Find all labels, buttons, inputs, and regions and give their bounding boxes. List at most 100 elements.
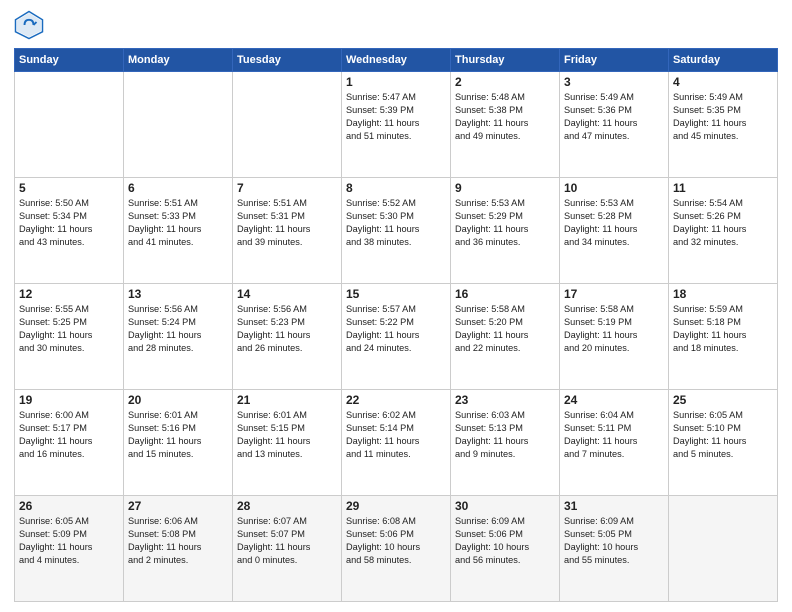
cell-text: Sunrise: 6:00 AMSunset: 5:17 PMDaylight:… [19,409,119,461]
cell-text: Sunrise: 5:58 AMSunset: 5:20 PMDaylight:… [455,303,555,355]
calendar-cell [669,496,778,602]
day-number: 1 [346,75,446,89]
cell-text: Sunrise: 6:01 AMSunset: 5:15 PMDaylight:… [237,409,337,461]
cell-text: Sunrise: 6:06 AMSunset: 5:08 PMDaylight:… [128,515,228,567]
day-number: 18 [673,287,773,301]
day-number: 23 [455,393,555,407]
cell-text: Sunrise: 5:51 AMSunset: 5:33 PMDaylight:… [128,197,228,249]
cell-text: Sunrise: 6:07 AMSunset: 5:07 PMDaylight:… [237,515,337,567]
cell-text: Sunrise: 5:51 AMSunset: 5:31 PMDaylight:… [237,197,337,249]
calendar-cell: 25 Sunrise: 6:05 AMSunset: 5:10 PMDayligh… [669,390,778,496]
cell-text: Sunrise: 5:52 AMSunset: 5:30 PMDaylight:… [346,197,446,249]
cell-text: Sunrise: 6:05 AMSunset: 5:10 PMDaylight:… [673,409,773,461]
header [14,10,778,40]
calendar-cell [233,72,342,178]
day-number: 16 [455,287,555,301]
calendar-cell: 21 Sunrise: 6:01 AMSunset: 5:15 PMDayligh… [233,390,342,496]
day-number: 4 [673,75,773,89]
calendar-cell: 10 Sunrise: 5:53 AMSunset: 5:28 PMDayligh… [560,178,669,284]
day-number: 10 [564,181,664,195]
calendar-cell: 1 Sunrise: 5:47 AMSunset: 5:39 PMDaylight… [342,72,451,178]
calendar-cell: 11 Sunrise: 5:54 AMSunset: 5:26 PMDayligh… [669,178,778,284]
day-number: 6 [128,181,228,195]
calendar-cell: 2Sunrise: 5:48 AMSunset: 5:38 PMDaylight… [451,72,560,178]
day-number: 22 [346,393,446,407]
weekday-header-tuesday: Tuesday [233,49,342,72]
calendar-cell: 8 Sunrise: 5:52 AMSunset: 5:30 PMDaylight… [342,178,451,284]
cell-text: Sunrise: 5:54 AMSunset: 5:26 PMDaylight:… [673,197,773,249]
weekday-header-thursday: Thursday [451,49,560,72]
calendar-table: SundayMondayTuesdayWednesdayThursdayFrid… [14,48,778,602]
cell-text: Sunrise: 6:05 AMSunset: 5:09 PMDaylight:… [19,515,119,567]
cell-text: Sunrise: 5:53 AMSunset: 5:28 PMDaylight:… [564,197,664,249]
calendar-cell: 15 Sunrise: 5:57 AMSunset: 5:22 PMDayligh… [342,284,451,390]
cell-text: Sunrise: 5:56 AMSunset: 5:24 PMDaylight:… [128,303,228,355]
day-number: 27 [128,499,228,513]
day-number: 26 [19,499,119,513]
week-row-2: 12 Sunrise: 5:55 AMSunset: 5:25 PMDayligh… [15,284,778,390]
cell-text: Sunrise: 6:03 AMSunset: 5:13 PMDaylight:… [455,409,555,461]
day-number: 5 [19,181,119,195]
calendar-cell: 26 Sunrise: 6:05 AMSunset: 5:09 PMDayligh… [15,496,124,602]
cell-text: Sunrise: 5:58 AMSunset: 5:19 PMDaylight:… [564,303,664,355]
week-row-3: 19 Sunrise: 6:00 AMSunset: 5:17 PMDayligh… [15,390,778,496]
day-number: 19 [19,393,119,407]
calendar-cell [15,72,124,178]
calendar-cell: 27 Sunrise: 6:06 AMSunset: 5:08 PMDayligh… [124,496,233,602]
calendar-cell: 14 Sunrise: 5:56 AMSunset: 5:23 PMDayligh… [233,284,342,390]
cell-text: Sunrise: 5:59 AMSunset: 5:18 PMDaylight:… [673,303,773,355]
weekday-header-saturday: Saturday [669,49,778,72]
day-number: 3 [564,75,664,89]
cell-text: Sunrise: 5:49 AMSunset: 5:36 PMDaylight:… [564,91,664,143]
day-number: 7 [237,181,337,195]
cell-text: Sunrise: 6:02 AMSunset: 5:14 PMDaylight:… [346,409,446,461]
calendar-cell: 18 Sunrise: 5:59 AMSunset: 5:18 PMDayligh… [669,284,778,390]
cell-text: Sunrise: 5:50 AMSunset: 5:34 PMDaylight:… [19,197,119,249]
calendar-cell: 28 Sunrise: 6:07 AMSunset: 5:07 PMDayligh… [233,496,342,602]
calendar-cell: 30Sunrise: 6:09 AMSunset: 5:06 PMDayligh… [451,496,560,602]
day-number: 21 [237,393,337,407]
calendar-cell: 29 Sunrise: 6:08 AMSunset: 5:06 PMDayligh… [342,496,451,602]
weekday-header-row: SundayMondayTuesdayWednesdayThursdayFrid… [15,49,778,72]
calendar-cell: 12 Sunrise: 5:55 AMSunset: 5:25 PMDayligh… [15,284,124,390]
calendar-cell [124,72,233,178]
logo [14,10,48,40]
cell-text: Sunrise: 5:57 AMSunset: 5:22 PMDaylight:… [346,303,446,355]
cell-text: Sunrise: 6:09 AMSunset: 5:05 PMDaylight:… [564,515,664,567]
cell-text: Sunrise: 5:55 AMSunset: 5:25 PMDaylight:… [19,303,119,355]
calendar-cell: 16 Sunrise: 5:58 AMSunset: 5:20 PMDayligh… [451,284,560,390]
week-row-1: 5 Sunrise: 5:50 AMSunset: 5:34 PMDaylight… [15,178,778,284]
page: SundayMondayTuesdayWednesdayThursdayFrid… [0,0,792,612]
calendar-cell: 4Sunrise: 5:49 AMSunset: 5:35 PMDaylight… [669,72,778,178]
calendar-cell: 20Sunrise: 6:01 AMSunset: 5:16 PMDayligh… [124,390,233,496]
weekday-header-sunday: Sunday [15,49,124,72]
day-number: 9 [455,181,555,195]
day-number: 13 [128,287,228,301]
day-number: 15 [346,287,446,301]
day-number: 11 [673,181,773,195]
calendar-cell: 5 Sunrise: 5:50 AMSunset: 5:34 PMDaylight… [15,178,124,284]
cell-text: Sunrise: 5:56 AMSunset: 5:23 PMDaylight:… [237,303,337,355]
weekday-header-friday: Friday [560,49,669,72]
day-number: 28 [237,499,337,513]
cell-text: Sunrise: 6:09 AMSunset: 5:06 PMDaylight:… [455,515,555,567]
calendar-cell: 9Sunrise: 5:53 AMSunset: 5:29 PMDaylight… [451,178,560,284]
day-number: 8 [346,181,446,195]
cell-text: Sunrise: 6:08 AMSunset: 5:06 PMDaylight:… [346,515,446,567]
weekday-header-monday: Monday [124,49,233,72]
day-number: 12 [19,287,119,301]
week-row-0: 1 Sunrise: 5:47 AMSunset: 5:39 PMDaylight… [15,72,778,178]
calendar-cell: 24 Sunrise: 6:04 AMSunset: 5:11 PMDayligh… [560,390,669,496]
week-row-4: 26 Sunrise: 6:05 AMSunset: 5:09 PMDayligh… [15,496,778,602]
day-number: 29 [346,499,446,513]
cell-text: Sunrise: 5:48 AMSunset: 5:38 PMDaylight:… [455,91,555,143]
weekday-header-wednesday: Wednesday [342,49,451,72]
day-number: 20 [128,393,228,407]
calendar-cell: 6 Sunrise: 5:51 AMSunset: 5:33 PMDaylight… [124,178,233,284]
cell-text: Sunrise: 5:47 AMSunset: 5:39 PMDaylight:… [346,91,446,143]
day-number: 14 [237,287,337,301]
day-number: 24 [564,393,664,407]
day-number: 25 [673,393,773,407]
cell-text: Sunrise: 6:04 AMSunset: 5:11 PMDaylight:… [564,409,664,461]
calendar-cell: 13 Sunrise: 5:56 AMSunset: 5:24 PMDayligh… [124,284,233,390]
